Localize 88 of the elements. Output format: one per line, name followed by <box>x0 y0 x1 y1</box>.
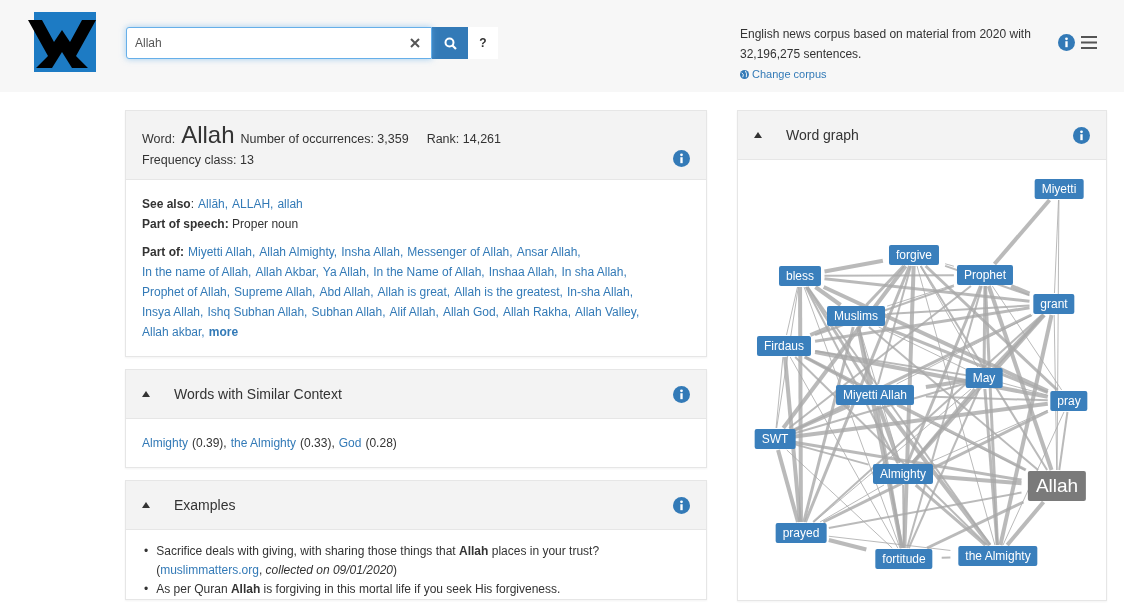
section-title: Word graph <box>786 127 860 143</box>
graph-node[interactable]: Muslims <box>827 306 885 326</box>
part-of-label: Part of: <box>142 244 184 261</box>
similarity-score: (0.39), <box>192 435 227 452</box>
logo <box>28 12 96 72</box>
similarity-score: (0.28) <box>365 435 397 452</box>
part-of-link[interactable]: In-sha Allah, <box>566 282 633 302</box>
graph-node[interactable]: bless <box>779 266 821 286</box>
graph-node[interactable]: forgive <box>889 245 939 265</box>
change-corpus-link[interactable]: Change corpus <box>740 64 827 84</box>
search-button[interactable] <box>432 27 468 59</box>
example-sentence: As per Quran Allah is forgiving in this mortal life if you seek His forgiveness. <box>156 581 561 598</box>
globe-icon <box>740 69 749 79</box>
graph-node[interactable]: pray <box>1050 391 1088 411</box>
part-of-link[interactable]: Allah akbar, <box>142 322 205 342</box>
source-paren: ( <box>156 562 161 579</box>
collected-date: , collected on 09/01/2020) <box>258 562 397 579</box>
word-title: Allah <box>181 121 235 149</box>
search-field[interactable]: Allah <box>126 27 432 59</box>
part-of-link[interactable]: In sha Allah, <box>561 262 627 282</box>
menu-icon[interactable] <box>1081 36 1097 49</box>
frequency-class-text: Frequency class: 13 <box>142 153 255 167</box>
part-of-link[interactable]: Allah Valley, <box>574 302 640 322</box>
graph-node[interactable]: Allah <box>1027 471 1087 501</box>
part-of-link[interactable]: Miyetti Allah, <box>188 242 256 262</box>
similar-word-link[interactable]: the Almighty <box>230 433 297 453</box>
see-also-link[interactable]: allah <box>277 194 303 214</box>
collapse-icon[interactable] <box>754 132 762 138</box>
part-of-link[interactable]: Supreme Allah, <box>234 282 316 302</box>
part-of-link[interactable]: Messenger of Allah, <box>407 242 513 262</box>
more-link[interactable]: more <box>208 322 239 342</box>
corpus-description: English news corpus based on material from 2020 with 32,196,275 sentences. <box>740 26 1032 63</box>
part-of-link[interactable]: Allah Almighty, <box>259 242 338 262</box>
graph-node[interactable]: grant <box>1033 294 1075 314</box>
part-of-link[interactable]: Alif Allah, <box>389 302 439 322</box>
part-of-link[interactable]: Allah is great, <box>377 282 451 302</box>
rank-text: Rank: 14,261 <box>426 132 501 146</box>
part-of-speech-text: Part of speech: Proper noun <box>142 216 300 233</box>
info-icon[interactable] <box>673 385 690 403</box>
part-of-link[interactable]: Allah Akbar, <box>255 262 319 282</box>
part-of-link[interactable]: Allah Rakha, <box>502 302 571 322</box>
graph-node[interactable]: Prophet <box>957 265 1013 285</box>
similar-word-link[interactable]: God <box>338 433 362 453</box>
part-of-link[interactable]: Ansar Allah, <box>516 242 581 262</box>
graph-node[interactable]: the Almighty <box>958 546 1038 566</box>
search-icon <box>443 36 457 50</box>
source-link[interactable]: muslimmatters.org <box>160 561 259 580</box>
graph-node[interactable]: Firdaus <box>757 336 811 356</box>
part-of-link[interactable]: Prophet of Allah, <box>142 282 231 302</box>
part-of-link[interactable]: Insha Allah, <box>341 242 404 262</box>
collapse-icon[interactable] <box>142 391 150 397</box>
part-of-link[interactable]: Abd Allah, <box>319 282 374 302</box>
bullet: • <box>144 543 149 560</box>
graph-node[interactable]: Almighty <box>873 464 933 484</box>
example-sentence: Sacrifice deals with giving, with sharing those things that Allah places in your trust? <box>156 543 600 560</box>
part-of-link[interactable]: Allah is the greatest, <box>454 282 563 302</box>
part-of-link[interactable]: Subhan Allah, <box>311 302 386 322</box>
info-icon[interactable] <box>1073 126 1090 144</box>
see-also-label: See also: <box>142 196 195 213</box>
word-label: Word: <box>142 132 176 146</box>
graph-node[interactable]: fortitude <box>875 549 933 569</box>
graph-node[interactable]: Miyetti <box>1034 179 1084 199</box>
graph-node[interactable]: prayed <box>775 523 827 543</box>
collapse-icon[interactable] <box>142 502 150 508</box>
bullet: • <box>144 581 149 598</box>
part-of-link[interactable]: Inshaa Allah, <box>488 262 558 282</box>
graph-node[interactable]: Miyetti Allah <box>836 385 914 405</box>
info-icon[interactable] <box>673 496 690 514</box>
graph-node[interactable]: SWT <box>754 429 796 449</box>
help-button[interactable]: ? <box>468 27 498 59</box>
part-of-link[interactable]: Allah God, <box>442 302 499 322</box>
part-of-link[interactable]: Insya Allah, <box>142 302 204 322</box>
graph-node[interactable]: May <box>965 368 1003 388</box>
section-title: Words with Similar Context <box>174 386 343 402</box>
section-title: Examples <box>174 497 237 513</box>
similarity-score: (0.33), <box>300 435 335 452</box>
part-of-link[interactable]: In the name of Allah, <box>142 262 252 282</box>
see-also-link[interactable]: ALLAH, <box>232 194 274 214</box>
part-of-link[interactable]: Ishq Subhan Allah, <box>207 302 308 322</box>
info-icon[interactable] <box>673 150 690 167</box>
info-icon[interactable] <box>1058 34 1075 51</box>
part-of-link[interactable]: In the Name of Allah, <box>373 262 485 282</box>
part-of-link[interactable]: Ya Allah, <box>322 262 370 282</box>
connector-line <box>940 556 952 559</box>
see-also-link[interactable]: Allāh, <box>198 194 229 214</box>
occurrences-text: Number of occurrences: 3,359 <box>240 132 409 146</box>
clear-icon[interactable] <box>410 38 420 48</box>
similar-word-link[interactable]: Almighty <box>142 433 188 453</box>
